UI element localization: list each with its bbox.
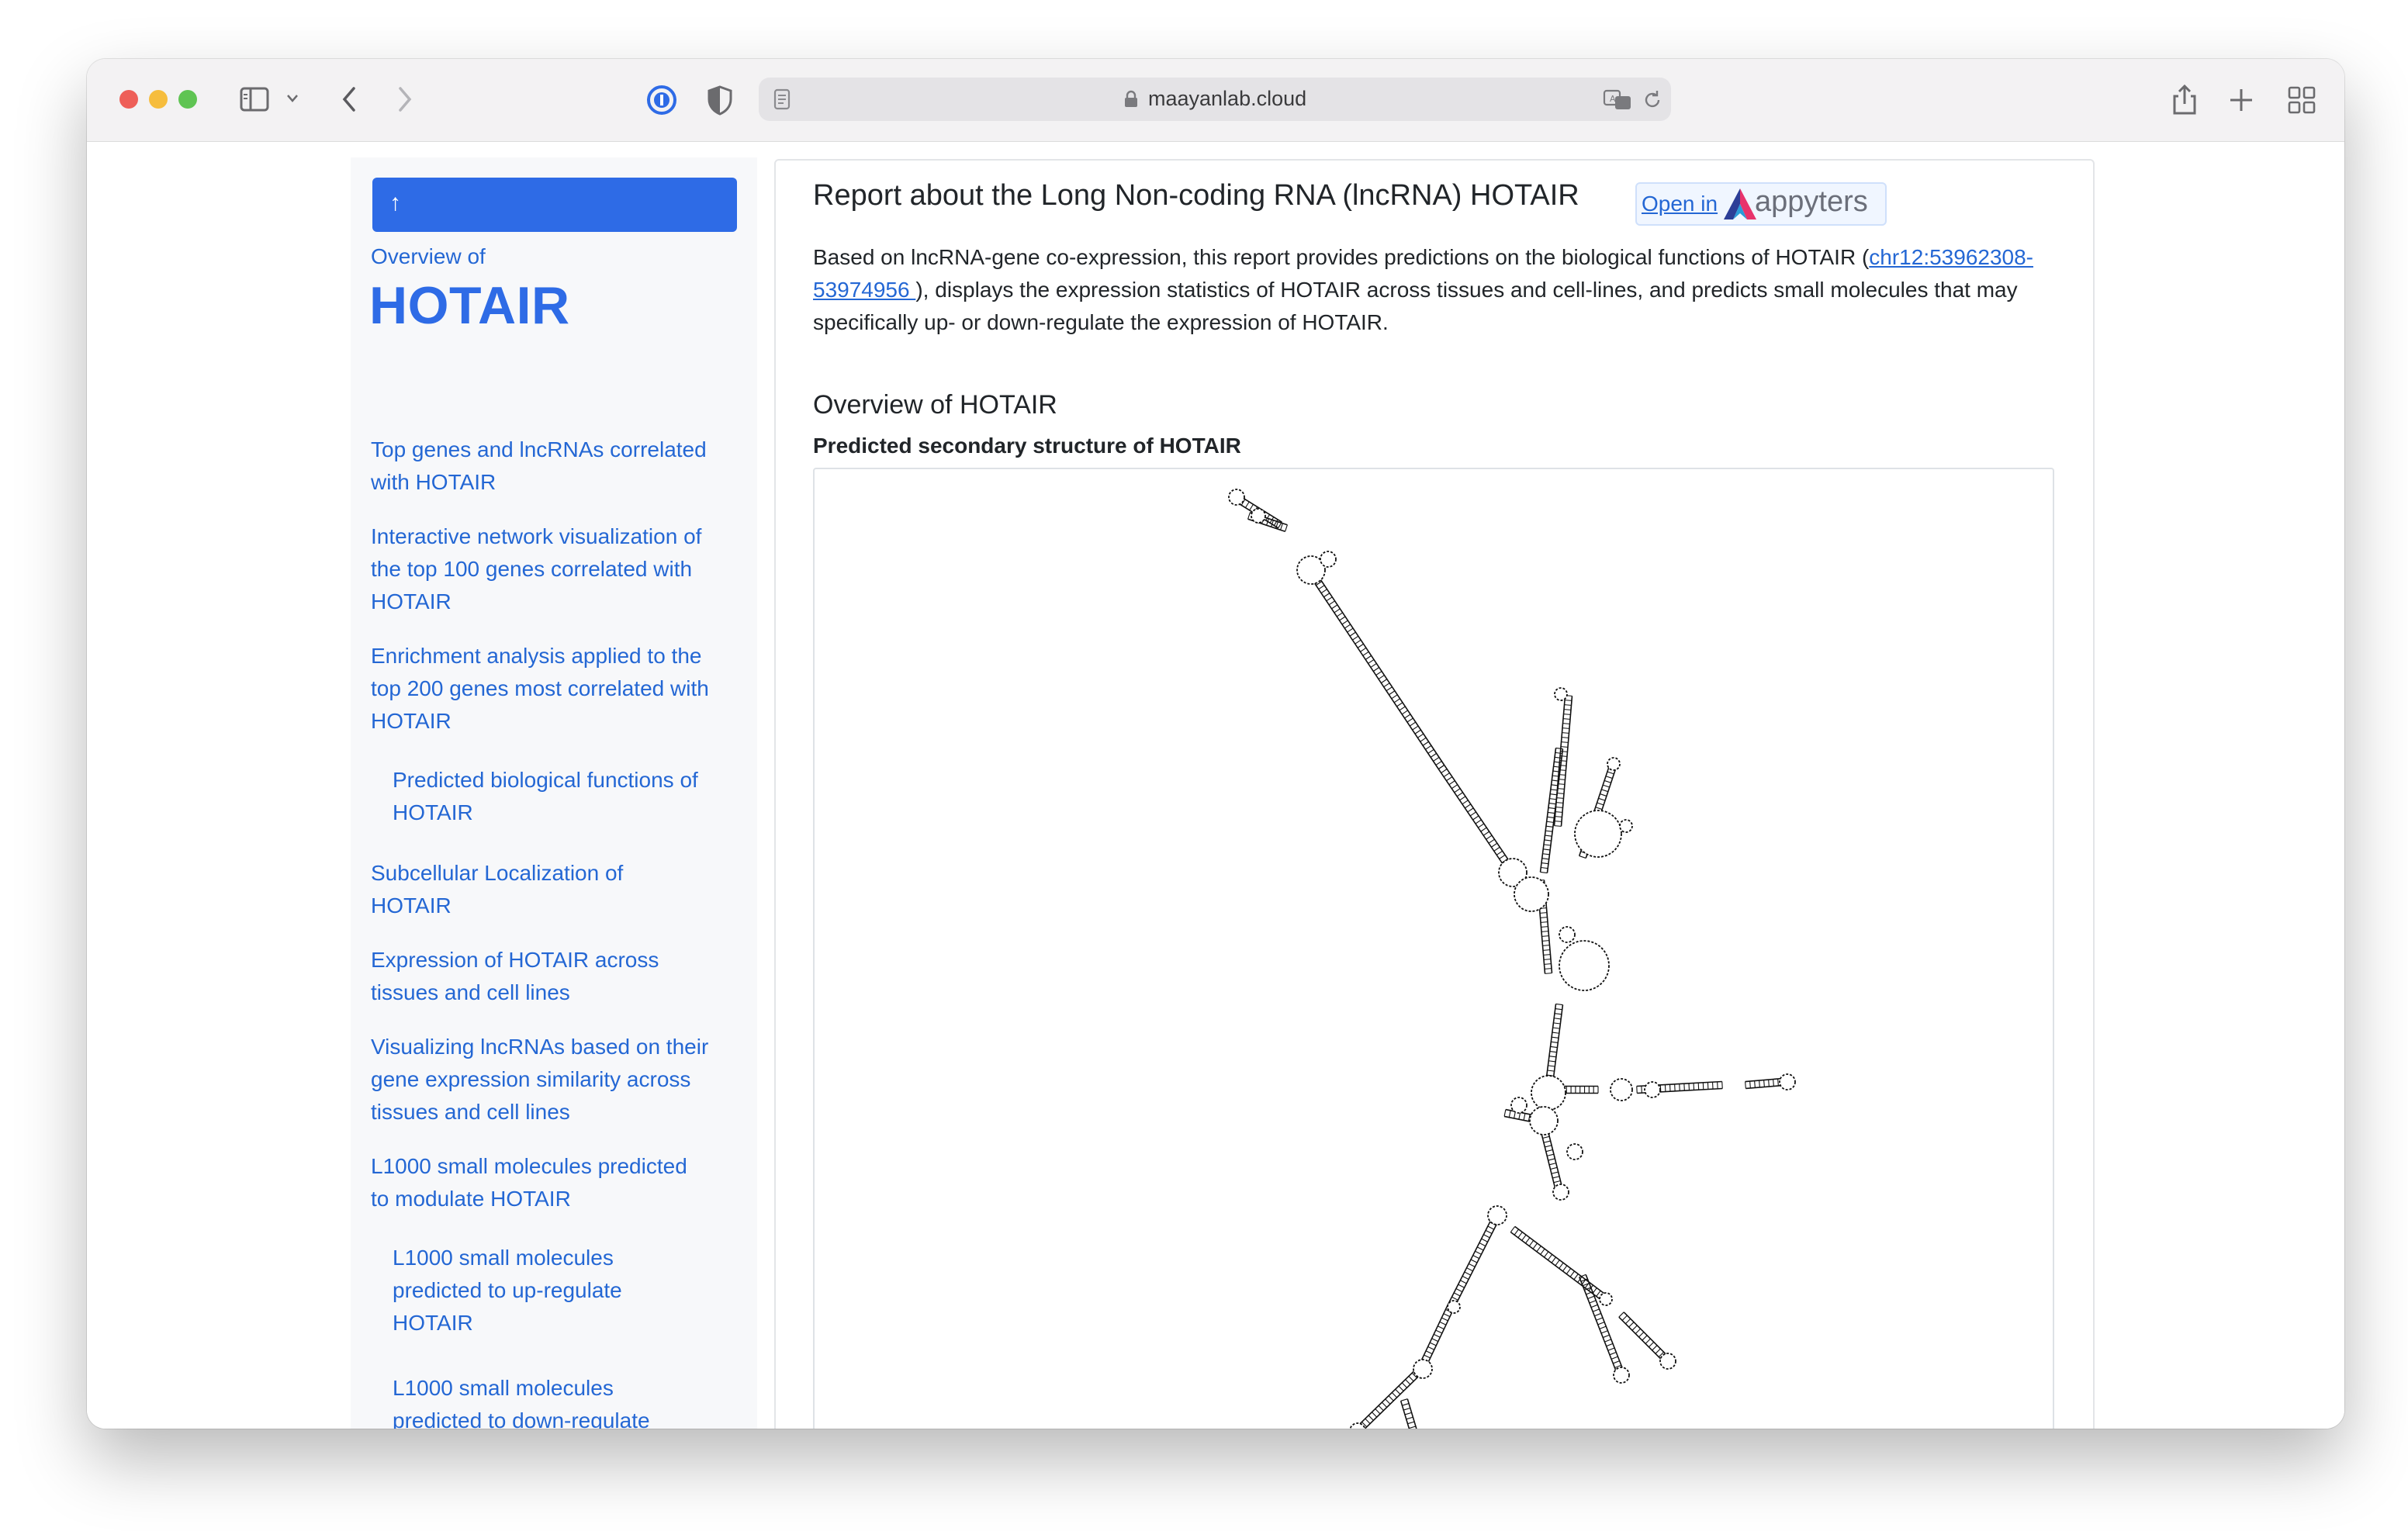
- browser-toolbar: maayanlab.cloud A: [87, 59, 2344, 142]
- translate-icon[interactable]: A: [1603, 88, 1632, 112]
- nav-link-l1000-down[interactable]: L1000 small molecules predicted to down-…: [393, 1372, 703, 1429]
- table-of-contents-sidebar: ↑ Overview of HOTAIR Top genes and lncRN…: [351, 157, 757, 1429]
- back-to-top-button[interactable]: ↑: [372, 178, 737, 232]
- page-icon: [773, 88, 791, 110]
- rna-secondary-structure-diagram: [1228, 489, 1796, 1429]
- nav-link-l1000-modulate[interactable]: L1000 small molecules predicted to modul…: [371, 1150, 697, 1215]
- lock-icon: [1125, 90, 1137, 107]
- report-panel: Report about the Long Non-coding RNA (ln…: [774, 159, 2095, 1429]
- secondary-structure-figure: [813, 468, 2054, 1429]
- share-icon[interactable]: [2171, 82, 2199, 116]
- tab-overview-icon[interactable]: [2287, 85, 2316, 115]
- open-in-label: Open in: [1642, 192, 1718, 216]
- close-window-button[interactable]: [119, 90, 138, 109]
- overview-prefix: Overview of: [371, 244, 486, 268]
- nav-link-similarity[interactable]: Visualizing lncRNAs based on their gene …: [371, 1031, 712, 1128]
- page-content: ↑ Overview of HOTAIR Top genes and lncRN…: [87, 142, 2344, 1429]
- svg-text:A: A: [1610, 94, 1616, 104]
- privacy-shield-icon[interactable]: [706, 84, 734, 116]
- intro-text-after: ), displays the expression statistics of…: [813, 278, 2018, 334]
- nav-link-expression[interactable]: Expression of HOTAIR across tissues and …: [371, 944, 712, 1009]
- chevron-down-icon[interactable]: [285, 93, 299, 104]
- address-bar[interactable]: maayanlab.cloud A: [759, 78, 1671, 121]
- sidebar-toggle-icon[interactable]: [239, 85, 270, 113]
- intro-paragraph: Based on lncRNA-gene co-expression, this…: [813, 241, 2054, 339]
- open-in-appyters-button[interactable]: Open in appyters: [1635, 182, 1887, 226]
- zoom-window-button[interactable]: [178, 90, 197, 109]
- page-title: Report about the Long Non-coding RNA (ln…: [813, 179, 1579, 212]
- appyters-wordmark: appyters: [1755, 185, 1868, 218]
- minimize-window-button[interactable]: [149, 90, 168, 109]
- nav-link-enrichment[interactable]: Enrichment analysis applied to the top 2…: [371, 640, 712, 738]
- nav-link-network[interactable]: Interactive network visualization of the…: [371, 520, 712, 618]
- browser-window: maayanlab.cloud A ↑ Overview of HOTAIR T…: [87, 59, 2344, 1429]
- forward-icon[interactable]: [396, 85, 414, 113]
- nav-link-top-genes[interactable]: Top genes and lncRNAs correlated with HO…: [371, 434, 712, 499]
- new-tab-icon[interactable]: [2228, 87, 2254, 113]
- reload-icon[interactable]: [1642, 88, 1663, 112]
- back-icon[interactable]: [340, 85, 358, 113]
- nav-link-l1000-up[interactable]: L1000 small molecules predicted to up-re…: [393, 1242, 672, 1339]
- password-manager-icon[interactable]: [645, 84, 678, 116]
- gene-heading[interactable]: HOTAIR: [369, 275, 570, 336]
- appyters-logo-icon: [1724, 188, 1756, 219]
- nav-link-subcellular[interactable]: Subcellular Localization of HOTAIR: [371, 857, 681, 922]
- intro-text-before: Based on lncRNA-gene co-expression, this…: [813, 245, 1870, 269]
- section-heading: Overview of HOTAIR: [813, 390, 1057, 420]
- up-arrow-icon: ↑: [389, 190, 401, 216]
- nav-link-biological-functions[interactable]: Predicted biological functions of HOTAIR: [393, 764, 718, 829]
- figure-caption: Predicted secondary structure of HOTAIR: [813, 434, 1241, 458]
- url-text: maayanlab.cloud: [1148, 87, 1307, 110]
